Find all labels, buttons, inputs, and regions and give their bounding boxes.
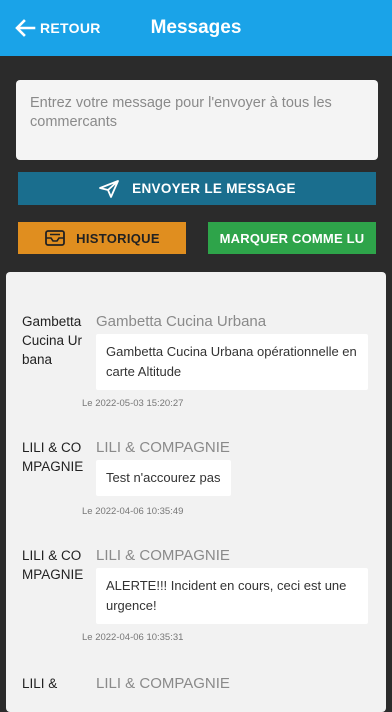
inbox-icon bbox=[45, 230, 66, 246]
mark-as-read-label: MARQUER COMME LU bbox=[219, 230, 365, 246]
history-button[interactable]: HISTORIQUE bbox=[18, 222, 186, 254]
back-label: RETOUR bbox=[40, 20, 101, 36]
message-timestamp: Le 2022-04-06 10:35:31 bbox=[82, 632, 184, 643]
app-header: RETOUR Messages bbox=[0, 0, 392, 56]
send-message-label: ENVOYER LE MESSAGE bbox=[132, 181, 296, 196]
message-input-placeholder: Entrez votre message pour l'envoyer à to… bbox=[30, 95, 332, 130]
message-bubble: Test n'accourez pas bbox=[96, 460, 231, 496]
send-icon bbox=[99, 179, 120, 198]
message-list[interactable]: Gambetta Cucina Urbana Gambetta Cucina U… bbox=[6, 272, 386, 712]
message-timestamp: Le 2022-04-06 10:35:49 bbox=[82, 506, 184, 517]
company-name: LILI & COMPAGNIE bbox=[96, 675, 230, 692]
sender-name: Gambetta Cucina Urbana bbox=[22, 314, 83, 367]
message-timestamp: Le 2022-05-03 15:20:27 bbox=[82, 398, 184, 409]
page-title: Messages bbox=[150, 17, 242, 38]
company-name: Gambetta Cucina Urbana bbox=[96, 313, 267, 330]
arrow-left-icon bbox=[15, 19, 36, 37]
back-button[interactable]: RETOUR bbox=[14, 0, 101, 56]
sender-name: LILI & COMPAGNIE bbox=[22, 548, 84, 582]
history-label: HISTORIQUE bbox=[76, 230, 160, 246]
sender-name: LILI & COMPAGNIE bbox=[22, 440, 84, 474]
message-bubble: Gambetta Cucina Urbana opérationnelle en… bbox=[96, 334, 368, 390]
company-name: LILI & COMPAGNIE bbox=[96, 547, 230, 564]
mark-as-read-button[interactable]: MARQUER COMME LU bbox=[208, 222, 376, 254]
send-message-button[interactable]: ENVOYER LE MESSAGE bbox=[18, 172, 376, 205]
message-bubble: ALERTE!!! Incident en cours, ceci est un… bbox=[96, 568, 368, 624]
company-name: LILI & COMPAGNIE bbox=[96, 439, 230, 456]
sender-name: LILI & bbox=[22, 676, 58, 691]
message-input[interactable]: Entrez votre message pour l'envoyer à to… bbox=[16, 80, 378, 160]
